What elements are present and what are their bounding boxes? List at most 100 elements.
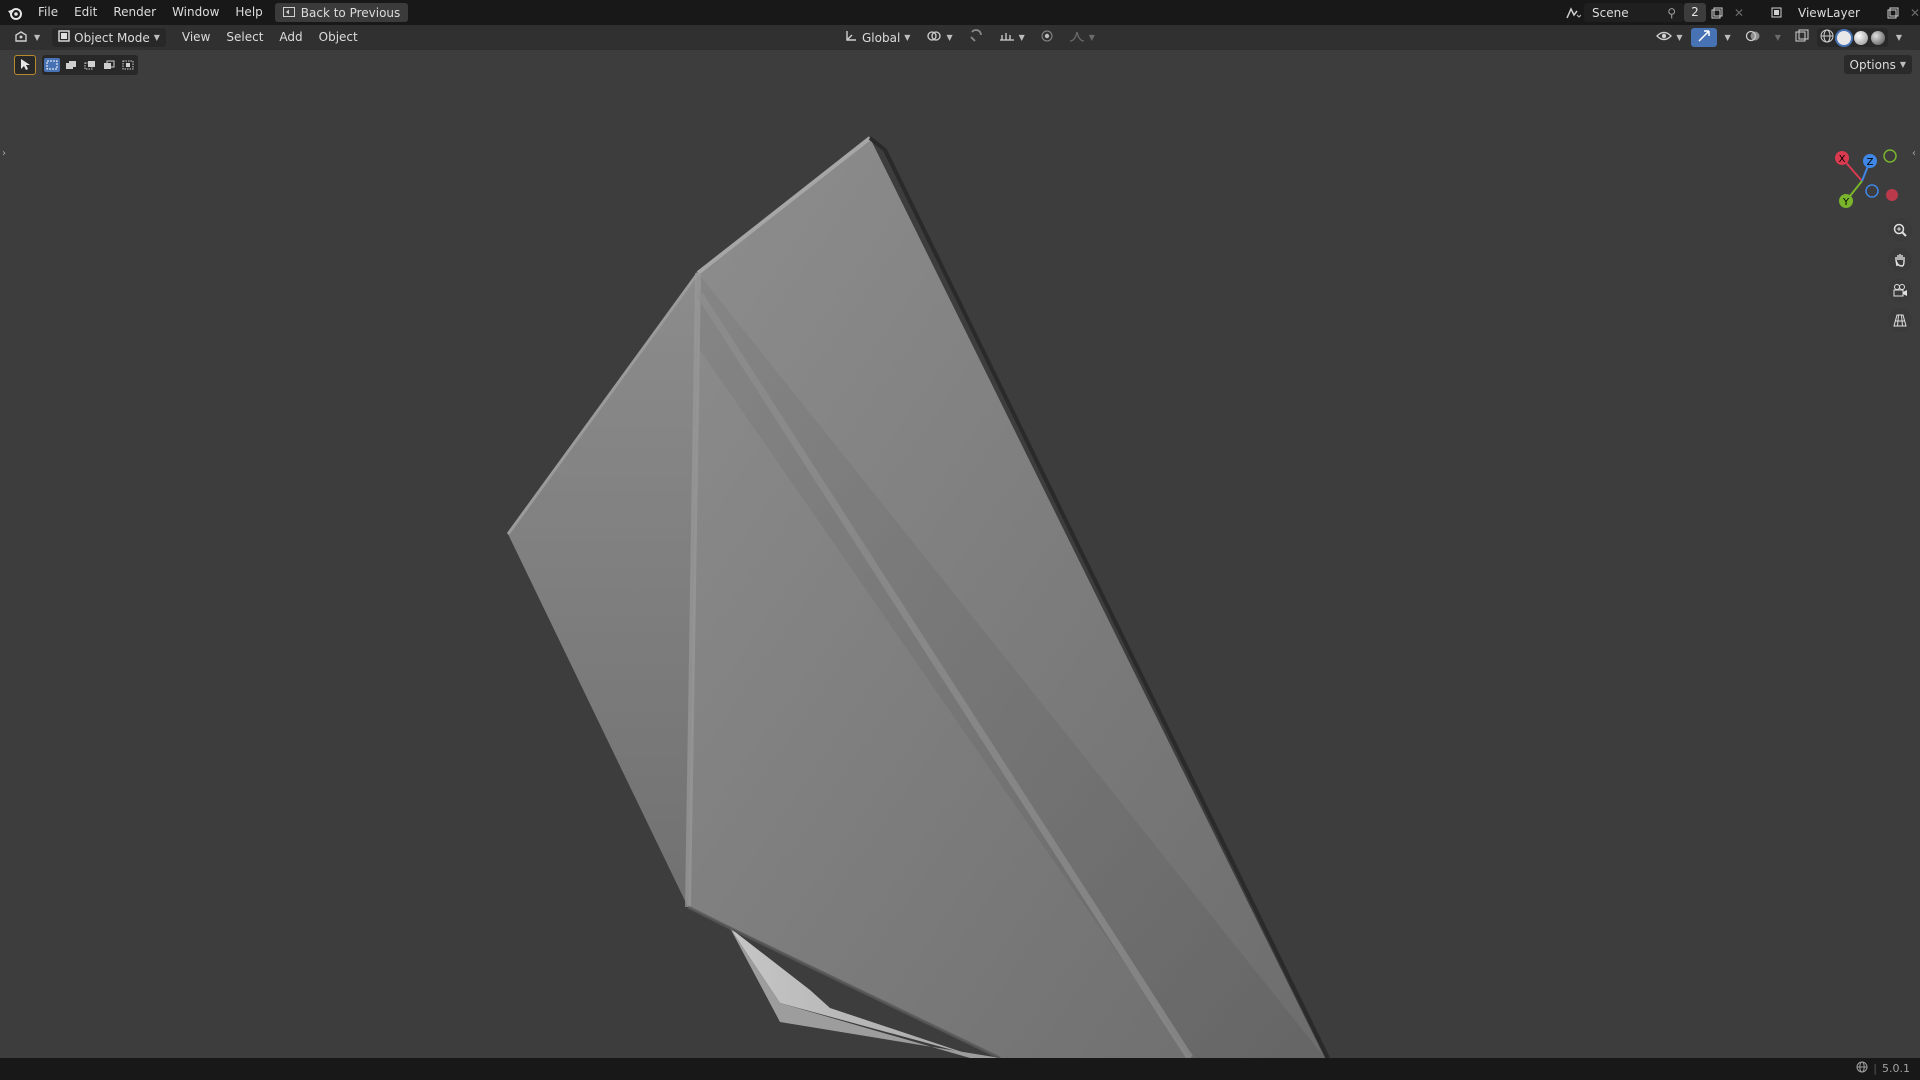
gizmo-arrows-icon <box>1697 29 1711 46</box>
set-new-selection-icon[interactable] <box>44 58 60 72</box>
options-dropdown[interactable]: Options ▼ <box>1843 55 1912 74</box>
view-layer-browse-icon[interactable] <box>1768 3 1790 22</box>
extend-selection-icon[interactable] <box>63 58 79 72</box>
select-tool-button[interactable] <box>14 55 36 75</box>
transform-controls: Global ▼ ▼ ▼ ▼ <box>838 28 1101 47</box>
pin-icon[interactable]: ⚲ <box>1667 6 1676 20</box>
shading-modes <box>1816 28 1888 47</box>
gizmo-z-label: Z <box>1867 157 1874 168</box>
wireframe-shading-icon[interactable] <box>1820 29 1834 46</box>
top-menu-bar: File Edit Render Window Help Back to Pre… <box>0 0 1920 25</box>
chevron-down-icon: ▼ <box>1018 33 1025 42</box>
overlays-icon <box>1745 29 1761 46</box>
mesh-front-face <box>688 138 1325 1058</box>
viewport-scene[interactable] <box>0 50 1920 1058</box>
menu-render[interactable]: Render <box>105 0 164 25</box>
snap-toggle[interactable] <box>963 28 989 47</box>
rendered-shading-icon[interactable] <box>1870 30 1885 45</box>
menu-add[interactable]: Add <box>271 25 310 50</box>
invert-selection-icon[interactable] <box>101 58 117 72</box>
toolbar-expand-icon[interactable]: › <box>2 148 6 159</box>
scene-name-field[interactable]: Scene ⚲ <box>1584 3 1684 22</box>
new-scene-icon[interactable] <box>1706 3 1728 22</box>
gizmos-toggle[interactable] <box>1690 28 1717 47</box>
blender-logo-icon[interactable] <box>0 0 30 25</box>
xray-toggle[interactable] <box>1789 28 1815 47</box>
transform-orientation-dropdown[interactable]: Global ▼ <box>838 28 916 47</box>
xray-icon <box>1795 29 1809 46</box>
scene-browse-icon[interactable] <box>1562 3 1584 22</box>
gizmo-neg-y-ball[interactable] <box>1883 149 1897 163</box>
chevron-down-icon: ▼ <box>1676 33 1683 42</box>
version-info: | 5.0.1 <box>1856 1061 1910 1076</box>
delete-scene-icon[interactable]: ✕ <box>1728 3 1750 22</box>
menu-view[interactable]: View <box>174 25 218 50</box>
eye-icon <box>1656 30 1673 45</box>
chevron-down-icon: ▼ <box>1899 60 1906 69</box>
tool-settings-row: Options ▼ <box>0 50 1920 78</box>
scene-users-count: 2 <box>1684 3 1706 22</box>
snap-increment-icon <box>999 29 1015 46</box>
delete-view-layer-icon[interactable]: ✕ <box>1904 3 1920 22</box>
gizmo-neg-x-ball[interactable] <box>1886 189 1898 201</box>
sidebar-expand-icon[interactable]: ‹ <box>1912 148 1916 159</box>
blender-version: 5.0.1 <box>1882 1062 1910 1075</box>
intersect-selection-icon[interactable] <box>120 58 136 72</box>
scene-selector: Scene ⚲ 2 ✕ <box>1562 3 1750 22</box>
view-layer-name-field[interactable]: ViewLayer <box>1790 3 1882 22</box>
menu-object[interactable]: Object <box>311 25 366 50</box>
chevron-down-icon: ▼ <box>1774 33 1781 42</box>
navigation-gizmo[interactable]: X Z Y <box>1828 145 1898 215</box>
chevron-down-icon: ▼ <box>1895 33 1902 42</box>
new-view-layer-icon[interactable] <box>1882 3 1904 22</box>
gizmo-y-label: Y <box>1842 197 1850 208</box>
globe-icon <box>1856 1061 1868 1076</box>
object-mode-icon <box>58 30 70 45</box>
scene-name: Scene <box>1592 5 1629 20</box>
gizmos-dropdown[interactable]: ▼ <box>1719 28 1737 47</box>
gizmo-neg-z-ball[interactable] <box>1865 184 1879 198</box>
menu-edit[interactable]: Edit <box>66 0 105 25</box>
selection-mode-group <box>42 55 138 75</box>
subtract-selection-icon[interactable] <box>82 58 98 72</box>
pivot-point-icon <box>926 29 942 46</box>
chevron-down-icon: ▼ <box>34 33 41 42</box>
back-button-label: Back to Previous <box>300 5 401 20</box>
chevron-down-icon: ▼ <box>1724 33 1731 42</box>
chevron-down-icon: ▼ <box>904 33 911 42</box>
proportional-editing-toggle[interactable] <box>1035 28 1059 47</box>
shading-dropdown[interactable]: ▼ <box>1890 28 1908 47</box>
3d-viewport[interactable]: › ‹ X Z Y <box>0 50 1920 1058</box>
menu-window[interactable]: Window <box>164 0 227 25</box>
pan-hand-icon[interactable] <box>1888 248 1912 272</box>
overlays-dropdown[interactable]: ▼ <box>1769 28 1787 47</box>
material-preview-icon[interactable] <box>1853 30 1868 45</box>
falloff-curve-icon <box>1069 30 1085 45</box>
zoom-icon[interactable] <box>1888 218 1912 242</box>
mesh-left-face <box>508 273 698 907</box>
proportional-editing-icon <box>1041 30 1053 45</box>
chevron-down-icon: ▼ <box>1088 33 1095 42</box>
pivot-point-dropdown[interactable]: ▼ <box>920 28 958 47</box>
snap-target-dropdown[interactable]: ▼ <box>993 28 1031 47</box>
snap-magnet-icon <box>969 29 983 46</box>
menu-help[interactable]: Help <box>227 0 270 25</box>
camera-view-icon[interactable] <box>1888 278 1912 302</box>
back-to-previous-button[interactable]: Back to Previous <box>274 3 409 22</box>
view-layer-name: ViewLayer <box>1798 5 1860 20</box>
view-layer-selector: ViewLayer ✕ <box>1768 3 1920 22</box>
viewport-display-controls: ▼ ▼ ▼ ▼ <box>1650 28 1908 47</box>
object-mode-dropdown[interactable]: Object Mode ▼ <box>52 28 166 47</box>
object-mode-label: Object Mode <box>74 30 150 45</box>
transform-orientation-label: Global <box>862 30 901 45</box>
visibility-dropdown[interactable]: ▼ <box>1650 28 1688 47</box>
solid-shading-icon[interactable] <box>1836 30 1851 45</box>
menu-select[interactable]: Select <box>218 25 271 50</box>
editor-type-dropdown[interactable]: ▼ <box>8 28 46 47</box>
falloff-dropdown[interactable]: ▼ <box>1063 28 1101 47</box>
overlays-toggle[interactable] <box>1739 28 1767 47</box>
gizmo-x-label: X <box>1839 154 1846 165</box>
perspective-toggle-icon[interactable] <box>1888 308 1912 332</box>
menu-file[interactable]: File <box>30 0 66 25</box>
orientation-axes-icon <box>844 29 858 46</box>
